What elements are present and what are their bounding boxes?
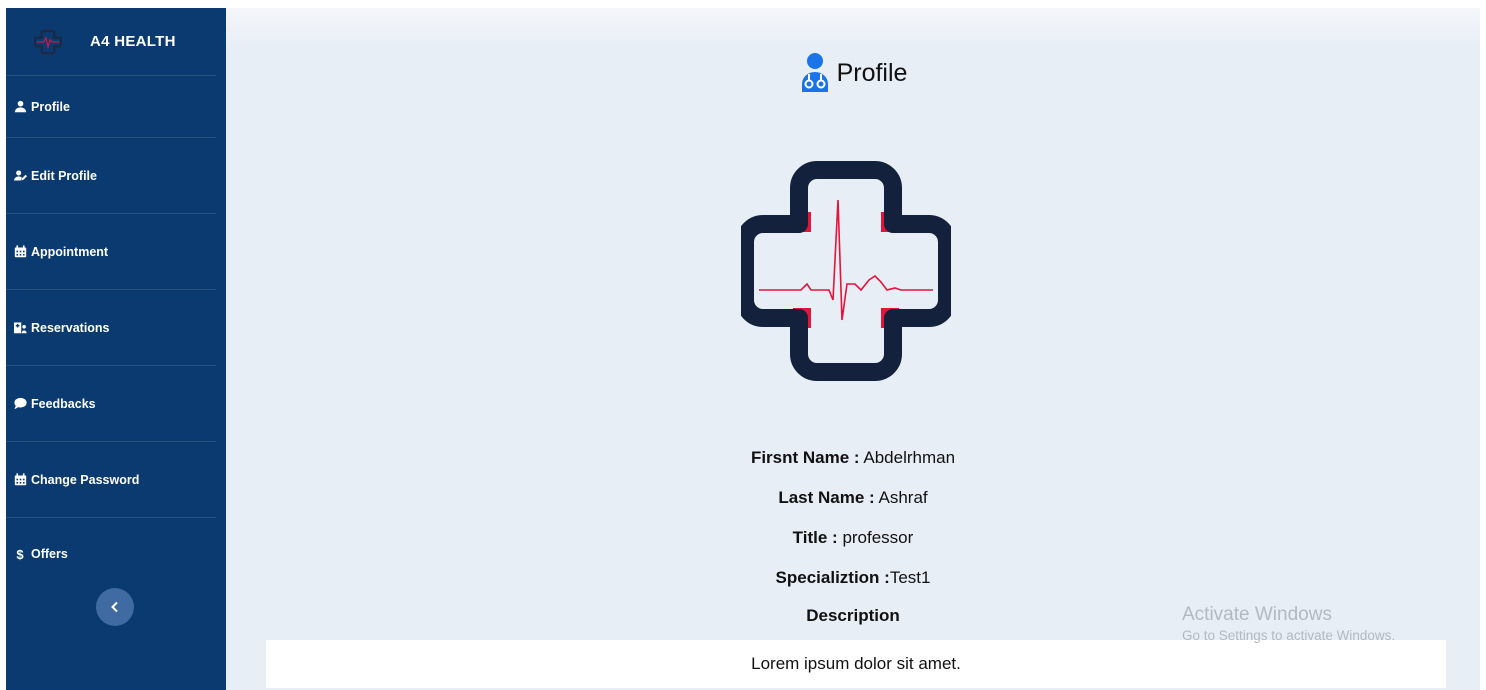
field-label: Title :: [792, 528, 838, 547]
sidebar-item-label: Reservations: [31, 320, 110, 335]
calendar-icon: [12, 245, 28, 259]
brand-name: A4 HEALTH: [90, 33, 176, 50]
sidebar-item-reservations[interactable]: Reservations: [6, 290, 216, 366]
sidebar-item-label: Offers: [31, 547, 68, 561]
description-value: Lorem ipsum dolor sit amet.: [266, 640, 1446, 688]
sidebar-item-change-password[interactable]: Change Password: [6, 442, 216, 518]
field-label: Description: [806, 606, 900, 625]
sidebar-collapse-button[interactable]: [96, 588, 134, 626]
field-label: Specializtion :: [775, 568, 890, 587]
sidebar: A4 HEALTH Profile Edit Profile Appointme…: [6, 8, 226, 690]
sidebar-item-label: Change Password: [31, 472, 140, 487]
sidebar-item-label: Profile: [31, 99, 70, 114]
sidebar-item-offers[interactable]: $ Offers: [6, 518, 216, 590]
title-field: Title : professor: [226, 528, 1480, 548]
last-name-field: Last Name : Ashraf: [226, 488, 1480, 508]
sidebar-nav: Profile Edit Profile Appointment Reserva…: [6, 76, 226, 590]
sidebar-item-profile[interactable]: Profile: [6, 76, 216, 138]
dollar-icon: $: [16, 546, 24, 562]
sidebar-item-label: Feedbacks: [31, 396, 96, 411]
calendar-icon: [12, 473, 28, 487]
watermark-subtitle: Go to Settings to activate Windows.: [1182, 628, 1396, 643]
field-value: professor: [842, 528, 914, 547]
field-value: Ashraf: [878, 488, 928, 507]
sidebar-item-edit-profile[interactable]: Edit Profile: [6, 138, 216, 214]
hospital-user-icon: [12, 321, 28, 335]
page-title: Profile: [226, 52, 1480, 94]
field-label: Firsnt Name :: [750, 448, 860, 467]
chevron-left-icon: [111, 601, 118, 613]
user-edit-icon: [12, 169, 28, 183]
activate-windows-watermark: Activate Windows Go to Settings to activ…: [1182, 604, 1395, 643]
watermark-title: Activate Windows: [1182, 604, 1332, 625]
sidebar-item-label: Appointment: [31, 244, 109, 259]
brand[interactable]: A4 HEALTH: [6, 8, 216, 76]
field-label: Last Name :: [778, 488, 875, 507]
field-value: Abdelrhman: [863, 448, 956, 467]
medical-cross-logo-icon: [34, 29, 62, 54]
page-title-text: Profile: [836, 58, 908, 87]
field-value: Test1: [889, 568, 931, 587]
specialization-field: Specializtion :Test1: [226, 568, 1480, 588]
first-name-field: Firsnt Name : Abdelrhman: [226, 448, 1480, 468]
sidebar-item-appointment[interactable]: Appointment: [6, 214, 216, 290]
sidebar-item-label: Edit Profile: [31, 168, 97, 183]
user-icon: [12, 100, 28, 114]
medical-cross-logo-icon: [741, 161, 951, 381]
sidebar-item-feedbacks[interactable]: Feedbacks: [6, 366, 216, 442]
main-content: Profile Firsnt Name : Abdelrhman Last Na…: [226, 8, 1480, 690]
user-doctor-icon: [801, 53, 828, 92]
comment-icon: [12, 397, 28, 411]
